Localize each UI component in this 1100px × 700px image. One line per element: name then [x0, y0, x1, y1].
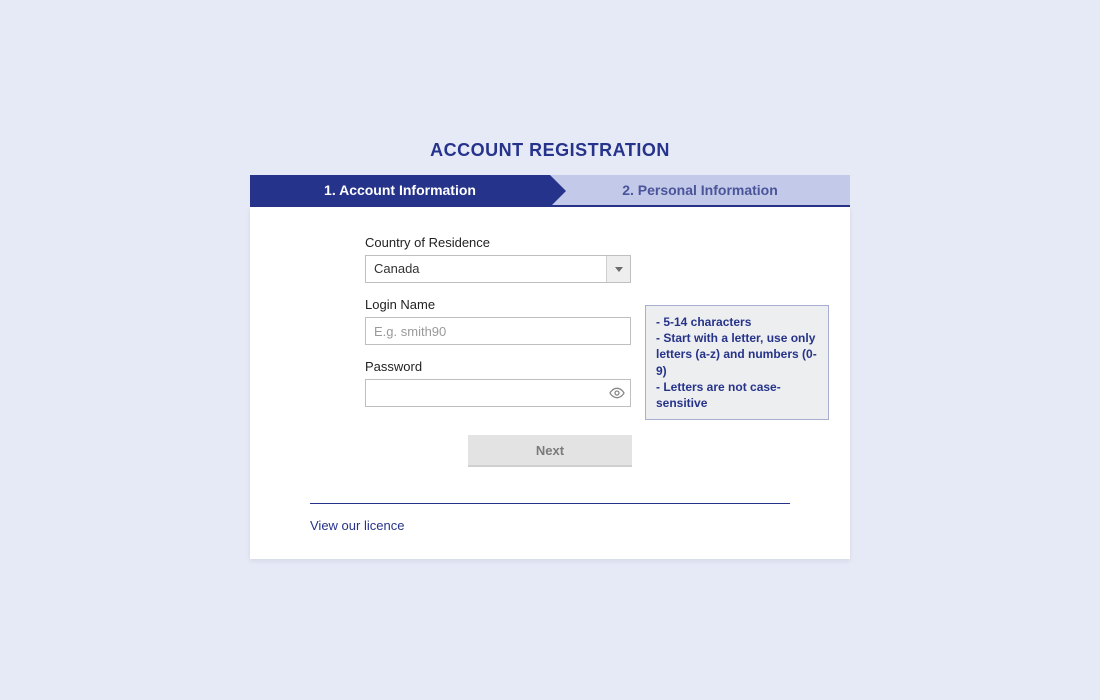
login-input[interactable] — [365, 317, 631, 345]
divider — [310, 503, 790, 504]
step-personal-information[interactable]: 2. Personal Information — [550, 175, 850, 205]
page-title: ACCOUNT REGISTRATION — [250, 140, 850, 161]
eye-icon[interactable] — [609, 385, 625, 401]
licence-link[interactable]: View our licence — [310, 518, 404, 533]
step-account-information[interactable]: 1. Account Information — [250, 175, 550, 205]
password-input[interactable] — [365, 379, 631, 407]
country-select[interactable]: Canada — [365, 255, 631, 283]
hint-line: - Letters are not case-sensitive — [656, 379, 818, 411]
hint-line: - 5-14 characters — [656, 314, 818, 330]
hint-line: - Start with a letter, use only letters … — [656, 330, 818, 379]
login-label: Login Name — [365, 297, 631, 312]
step-label: 2. Personal Information — [622, 182, 778, 198]
login-hint-box: - 5-14 characters - Start with a letter,… — [645, 305, 829, 420]
stepper: 1. Account Information 2. Personal Infor… — [250, 175, 850, 207]
registration-panel: Country of Residence Canada Login Name P… — [250, 207, 850, 559]
step-label: 1. Account Information — [324, 182, 476, 198]
password-label: Password — [365, 359, 631, 374]
next-button[interactable]: Next — [468, 435, 632, 467]
country-label: Country of Residence — [365, 235, 631, 250]
